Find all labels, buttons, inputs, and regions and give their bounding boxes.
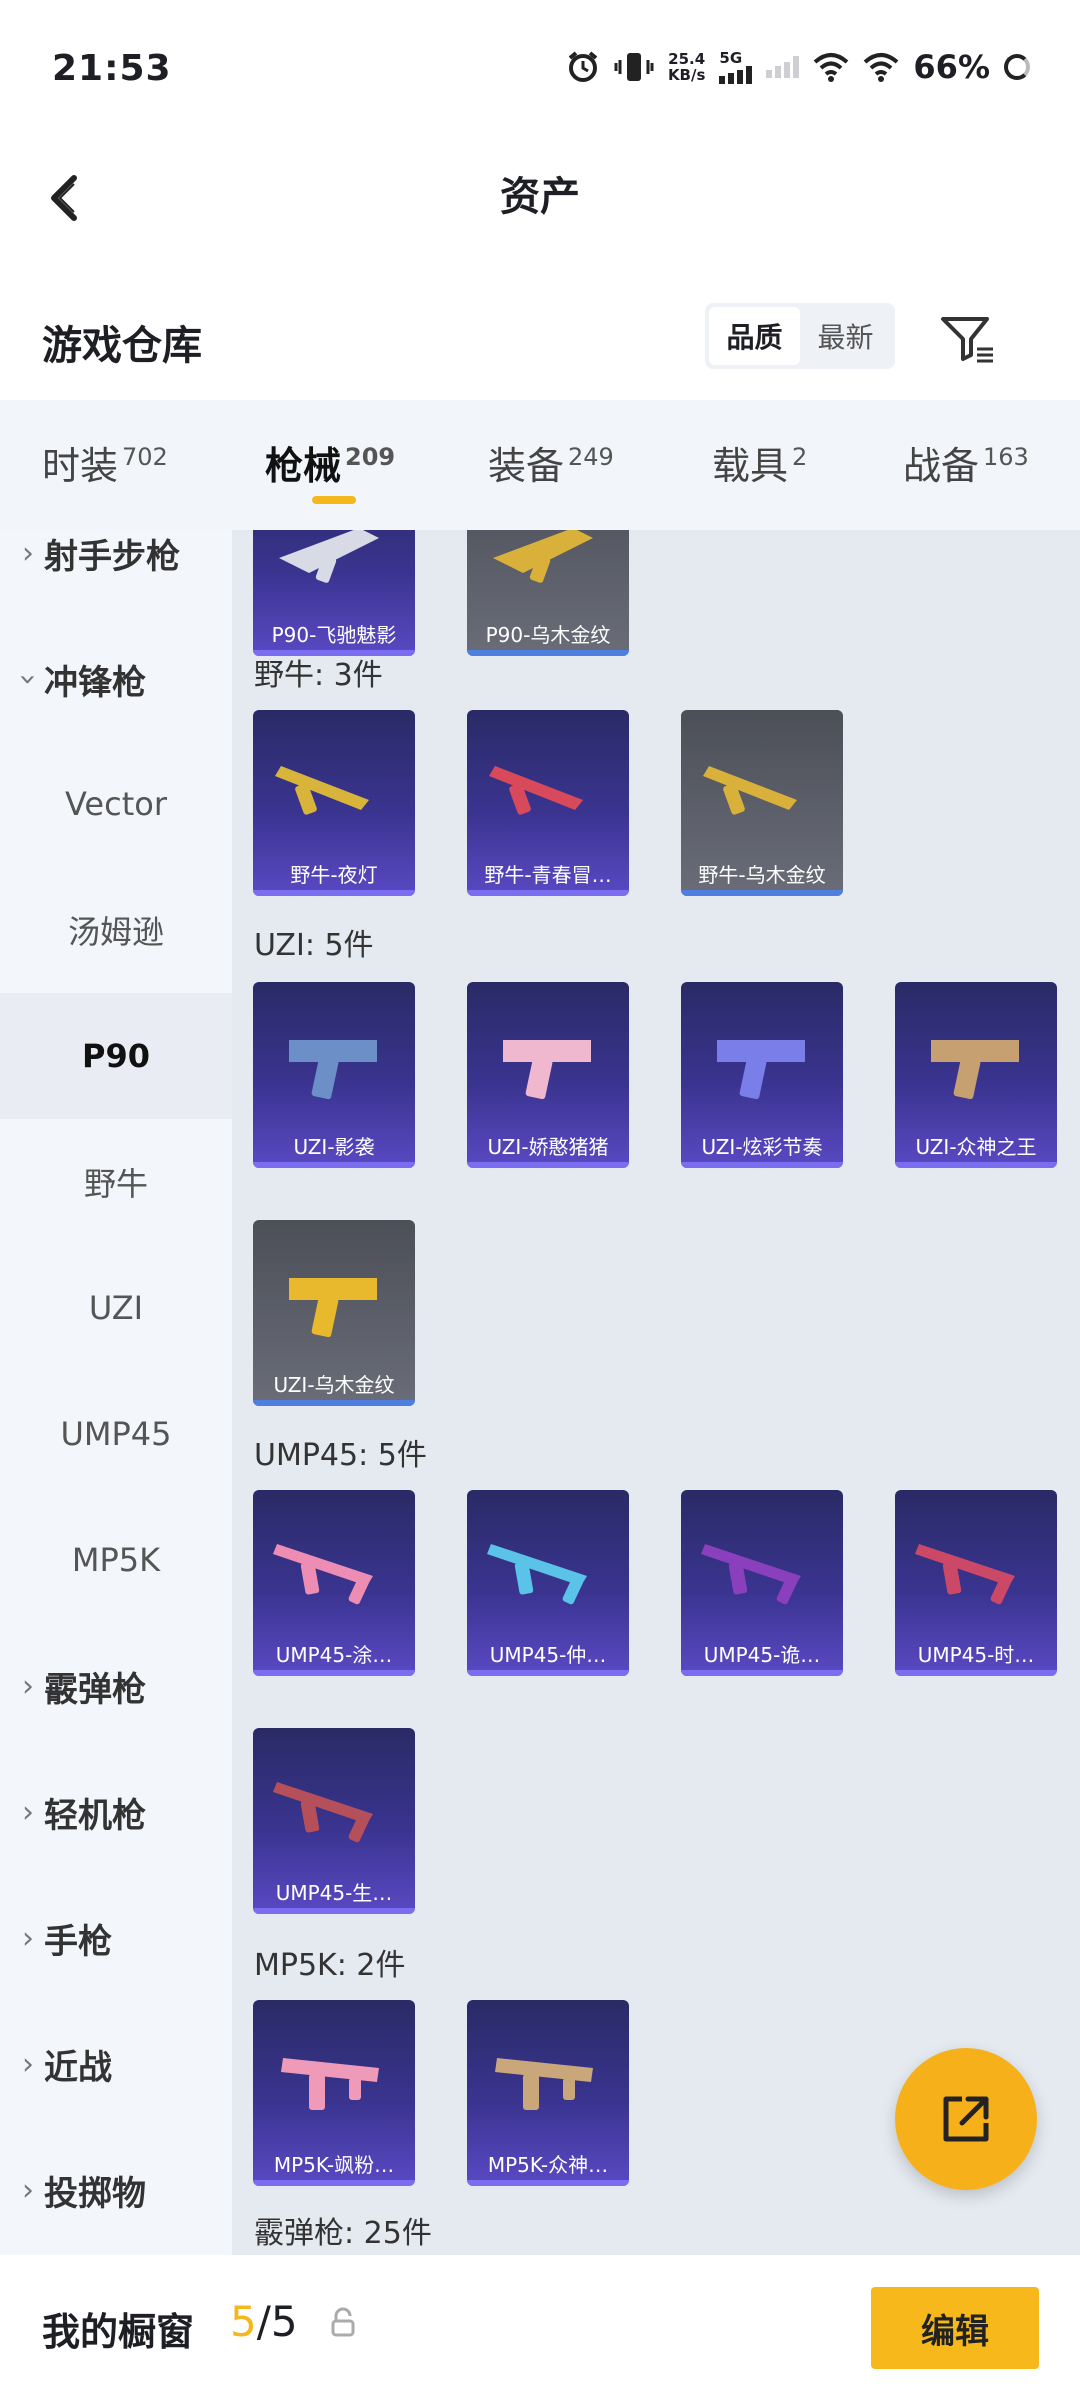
section-label-bizon: 野牛: 3件 — [254, 658, 383, 693]
sidebar-item-pistol[interactable]: › 手枪 — [0, 1875, 232, 2001]
gun-skin-image — [273, 1782, 373, 1843]
item-card[interactable]: MP5K-飒粉… — [253, 2000, 415, 2186]
sort-quality-button[interactable]: 品质 — [709, 307, 800, 365]
sidebar-item-shotgun[interactable]: › 霰弹枪 — [0, 1623, 232, 1749]
alarm-icon — [568, 51, 598, 82]
chevron-right-icon: › — [22, 1794, 34, 1830]
status-bar: 21:53 25.4 KB/s 5G 66% — [0, 0, 1080, 140]
warehouse-header: 游戏仓库 品质 最新 — [0, 285, 1080, 395]
gun-skin-image — [281, 2058, 379, 2110]
weapon-sidebar: › 射手步枪 › 冲锋枪 Vector 汤姆逊 P90 野牛 UZI UMP45 M… — [0, 530, 232, 2255]
item-card[interactable]: UMP45-生… — [253, 1728, 415, 1914]
sidebar-item-uzi[interactable]: UZI — [0, 1245, 232, 1371]
signal-5g: 5G — [719, 50, 753, 84]
chevron-right-icon: › — [22, 2046, 34, 2082]
gun-skin-image — [495, 2058, 593, 2110]
chevron-right-icon: › — [22, 1920, 34, 1956]
battery-percent: 66% — [913, 48, 990, 86]
gun-skin-image — [289, 1278, 377, 1338]
share-icon — [943, 2096, 989, 2142]
sidebar-item-smg[interactable]: › 冲锋枪 — [0, 616, 232, 742]
chevron-right-icon: › — [22, 1668, 34, 1704]
share-button[interactable] — [895, 2048, 1037, 2190]
item-card[interactable]: P90-乌木金纹 — [467, 530, 629, 656]
gun-skin-image — [931, 1040, 1019, 1100]
sidebar-item-bizon[interactable]: 野牛 — [0, 1119, 232, 1245]
showcase-count: 5/5 — [230, 2297, 298, 2346]
status-icons: 25.4 KB/s 5G 66% — [566, 48, 1030, 86]
gun-skin-image — [487, 1544, 587, 1605]
tab-fashion[interactable]: 时装 702 — [42, 435, 168, 490]
item-card[interactable]: UZI-娇憨猪猪 — [467, 982, 629, 1168]
gun-skin-image — [915, 1544, 1015, 1605]
section-label-shotgun: 霰弹枪: 25件 — [254, 2216, 432, 2251]
sidebar-item-throwable[interactable]: › 投掷物 — [0, 2127, 232, 2253]
sidebar-item-ump45[interactable]: UMP45 — [0, 1371, 232, 1497]
gun-skin-image — [279, 530, 379, 583]
sidebar-item-melee[interactable]: › 近战 — [0, 2001, 232, 2127]
item-card[interactable]: 野牛-乌木金纹 — [681, 710, 843, 896]
sidebar-item-p90[interactable]: P90 — [0, 993, 232, 1119]
sort-newest-button[interactable]: 最新 — [800, 307, 891, 365]
sidebar-item-marksman-rifle[interactable]: › 射手步枪 — [0, 530, 232, 616]
item-card[interactable]: UMP45-涂… — [253, 1490, 415, 1676]
section-label-ump45: UMP45: 5件 — [254, 1438, 427, 1473]
item-grid: P90-飞驰魅影 P90-乌木金纹 野牛: 3件 野牛-夜灯 野牛-青春冒… 野… — [232, 530, 1080, 2255]
item-card[interactable]: 野牛-青春冒… — [467, 710, 629, 896]
active-tab-indicator — [312, 496, 356, 504]
vibrate-icon — [614, 53, 654, 81]
chevron-right-icon: › — [22, 535, 34, 571]
sidebar-item-lmg[interactable]: › 轻机枪 — [0, 1749, 232, 1875]
signal-2-icon — [766, 56, 800, 78]
filter-icon[interactable] — [935, 307, 999, 371]
showcase-bar: 我的橱窗 5/5 编辑 — [0, 2255, 1080, 2400]
wifi-icon — [814, 53, 849, 82]
item-card[interactable]: UZI-影袭 — [253, 982, 415, 1168]
gun-skin-image — [489, 766, 583, 815]
gun-skin-image — [701, 1544, 801, 1605]
sidebar-item-mp5k[interactable]: MP5K — [0, 1497, 232, 1623]
gun-skin-image — [275, 766, 369, 815]
item-card[interactable]: UMP45-诡… — [681, 1490, 843, 1676]
battery-icon — [1004, 54, 1030, 80]
item-card[interactable]: P90-飞驰魅影 — [253, 530, 415, 656]
tab-guns[interactable]: 枪械 209 — [265, 435, 395, 490]
category-tabs: 时装 702 枪械 209 装备 249 载具 2 战备 163 — [0, 400, 1080, 530]
gun-skin-image — [717, 1040, 805, 1100]
gun-skin-image — [493, 530, 593, 583]
tab-supplies[interactable]: 战备 163 — [903, 435, 1029, 490]
section-label-uzi: UZI: 5件 — [254, 928, 374, 963]
nav-bar: 资产 — [0, 140, 1080, 250]
sidebar-item-vector[interactable]: Vector — [0, 741, 232, 867]
signal-icon — [719, 66, 753, 84]
sidebar-item-thompson[interactable]: 汤姆逊 — [0, 867, 232, 993]
status-time: 21:53 — [52, 48, 172, 89]
showcase-label: 我的橱窗 — [42, 2310, 195, 2354]
section-label-mp5k: MP5K: 2件 — [254, 1948, 406, 1983]
tab-equipment[interactable]: 装备 249 — [488, 435, 614, 490]
net-speed: 25.4 KB/s — [667, 50, 706, 84]
lock-icon — [331, 2307, 355, 2337]
edit-button[interactable]: 编辑 — [871, 2287, 1039, 2369]
item-card[interactable]: 野牛-夜灯 — [253, 710, 415, 896]
item-card[interactable]: UMP45-时… — [895, 1490, 1057, 1676]
chevron-right-icon: › — [22, 2172, 34, 2208]
page-title: 资产 — [500, 174, 580, 220]
item-card[interactable]: UZI-众神之王 — [895, 982, 1057, 1168]
gun-skin-image — [273, 1544, 373, 1605]
gun-skin-image — [703, 766, 797, 815]
item-card[interactable]: UZI-乌木金纹 — [253, 1220, 415, 1406]
warehouse-title: 游戏仓库 — [42, 323, 202, 369]
tab-vehicles[interactable]: 载具 2 — [712, 435, 807, 490]
sort-toggle: 品质 最新 — [705, 303, 895, 369]
item-card[interactable]: UMP45-仲… — [467, 1490, 629, 1676]
gun-skin-image — [503, 1040, 591, 1100]
wifi-2-icon — [864, 53, 899, 82]
chevron-down-icon: › — [10, 673, 46, 685]
item-card[interactable]: MP5K-众神… — [467, 2000, 629, 2186]
gun-skin-image — [289, 1040, 377, 1100]
item-card[interactable]: UZI-炫彩节奏 — [681, 982, 843, 1168]
